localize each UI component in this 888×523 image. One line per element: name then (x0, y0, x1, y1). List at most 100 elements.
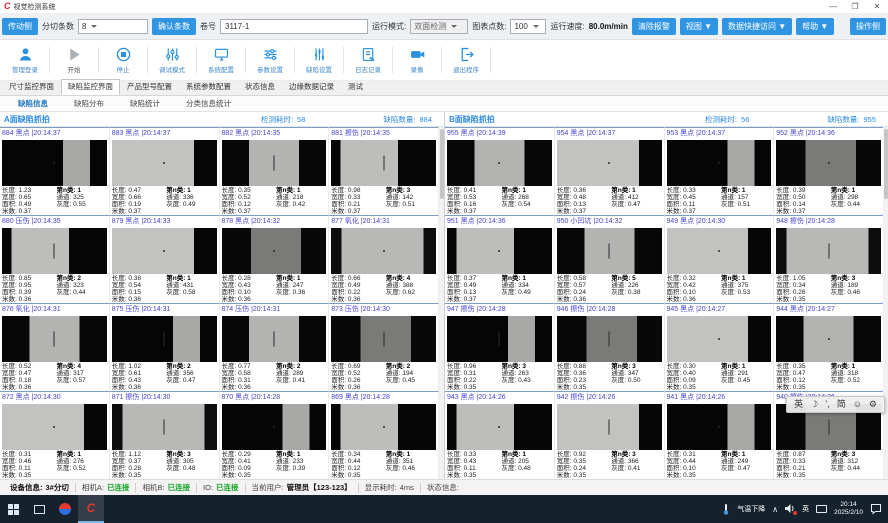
subtab-defect-info[interactable]: 缺陷信息 (18, 98, 48, 109)
defect-card[interactable]: 884 黑点 |20:14:37 长度: 1.23宽度: 0.65面积: 0.4… (0, 127, 110, 215)
defect-image[interactable] (112, 140, 217, 186)
operate-side-button[interactable]: 操作侧 (850, 18, 886, 35)
help-menu-button[interactable]: 帮助 ▼ (796, 18, 834, 35)
defect-card[interactable]: 879 黑点 |20:14:33 长度: 0.38宽度: 0.54面积: 0.1… (110, 215, 220, 303)
defect-card[interactable]: 871 擦伤 |20:14:30 长度: 1.12宽度: 0.37面积: 0.2… (110, 391, 220, 479)
confirm-count-button[interactable]: 确认条数 (152, 18, 196, 35)
tab-edge-data-log[interactable]: 边缘数据记录 (282, 79, 341, 95)
ime-english-mode[interactable]: 英 (794, 397, 803, 412)
defect-card[interactable]: 948 擦伤 |20:14:28 长度: 1.05宽度: 0.34面积: 0.2… (774, 215, 884, 303)
log-record-button[interactable]: 日志记录 (345, 46, 391, 74)
stop-button[interactable]: 停止 (100, 46, 146, 74)
volume-button[interactable] (785, 504, 795, 515)
defect-card[interactable]: 870 黑点 |20:14:28 长度: 0.29宽度: 0.41面积: 0.0… (220, 391, 330, 479)
tab-system-params[interactable]: 系统参数配置 (179, 79, 238, 95)
touch-keyboard-icon[interactable] (816, 505, 827, 513)
ime-language-indicator[interactable]: 英 (802, 504, 809, 514)
tab-status-info[interactable]: 状态信息 (238, 79, 282, 95)
clear-alarm-button[interactable]: 清除报警 (632, 18, 676, 35)
ime-settings-gear-icon[interactable]: ⚙ (869, 397, 877, 412)
defect-image[interactable] (557, 404, 662, 450)
defect-image[interactable] (2, 316, 107, 362)
subtab-class-info-statistics[interactable]: 分类信息统计 (186, 98, 231, 109)
defect-card[interactable]: 951 黑点 |20:14:36 长度: 0.37宽度: 0.49面积: 0.1… (445, 215, 555, 303)
close-button[interactable]: ✕ (866, 0, 888, 13)
admin-login-button[interactable]: 管理登录 (2, 46, 48, 74)
scrollbar-thumb[interactable] (884, 129, 888, 199)
defect-image[interactable] (2, 228, 107, 274)
defect-image[interactable] (331, 140, 436, 186)
defect-card[interactable]: 955 黑点 |20:14:39 长度: 0.41宽度: 0.53面积: 0.1… (445, 127, 555, 215)
defect-card[interactable]: 949 黑点 |20:14:30 长度: 0.32宽度: 0.42面积: 0.1… (665, 215, 775, 303)
active-app-button[interactable]: C (78, 495, 104, 523)
subtab-defect-distribution[interactable]: 缺陷分布 (74, 98, 104, 109)
start-menu-button[interactable] (0, 495, 26, 523)
defect-image[interactable] (667, 316, 772, 362)
scrollbar-thumb[interactable] (440, 129, 444, 199)
ime-emoji-icon[interactable]: ☺ (853, 397, 862, 412)
defect-image[interactable] (557, 140, 662, 186)
defect-card[interactable]: 950 小凹坑 |20:14:32 长度: 0.58宽度: 0.57面积: 0.… (555, 215, 665, 303)
run-mode-select[interactable]: 双面检测 (410, 19, 468, 34)
tab-test[interactable]: 测试 (341, 79, 370, 95)
weather-text[interactable]: 气温下降 (737, 504, 765, 514)
ime-simplified-mode[interactable]: 简 (837, 397, 846, 412)
ime-punctuation-mode[interactable]: ’, (825, 397, 830, 412)
data-quick-access-button[interactable]: 数据快捷访问 ▼ (722, 18, 792, 35)
defect-card[interactable]: 947 擦伤 |20:14:28 长度: 0.96宽度: 0.31面积: 0.2… (445, 303, 555, 391)
defect-image[interactable] (331, 228, 436, 274)
defect-image[interactable] (557, 228, 662, 274)
roll-number-input[interactable]: 3117-1 (220, 19, 368, 34)
defect-card[interactable]: 942 擦伤 |20:14:26 长度: 0.92宽度: 0.35面积: 0.2… (555, 391, 665, 479)
defect-card[interactable]: 944 黑点 |20:14:27 长度: 0.35宽度: 0.47面积: 0.1… (774, 303, 884, 391)
defect-image[interactable] (447, 404, 552, 450)
defect-card[interactable]: 946 擦伤 |20:14:28 长度: 0.88宽度: 0.36面积: 0.2… (555, 303, 665, 391)
defect-image[interactable] (112, 404, 217, 450)
hidden-icons-chevron[interactable]: ∧ (772, 505, 778, 514)
defect-image[interactable] (447, 228, 552, 274)
tab-defect-monitor[interactable]: 缺陷监控界面 (61, 79, 120, 95)
defect-image[interactable] (331, 404, 436, 450)
start-button[interactable]: 开始 (51, 46, 97, 74)
defect-card[interactable]: 873 压伤 |20:14:30 长度: 0.69宽度: 0.52面积: 0.2… (329, 303, 439, 391)
tab-product-config[interactable]: 产品型号配置 (120, 79, 179, 95)
defect-image[interactable] (447, 316, 552, 362)
defect-card[interactable]: 941 黑点 |20:14:26 长度: 0.31宽度: 0.44面积: 0.1… (665, 391, 775, 479)
tab-size-monitor[interactable]: 尺寸监控界面 (2, 79, 61, 95)
defect-card[interactable]: 883 黑点 |20:14:37 长度: 0.47宽度: 0.66面积: 0.1… (110, 127, 220, 215)
defect-card[interactable]: 876 氧化 |20:14:31 长度: 0.52宽度: 0.47面积: 0.1… (0, 303, 110, 391)
action-center-icon[interactable] (870, 503, 882, 515)
defect-card[interactable]: 874 压伤 |20:14:31 长度: 0.77宽度: 0.58面积: 0.3… (220, 303, 330, 391)
drive-side-button[interactable]: 传动侧 (2, 18, 38, 35)
subtab-defect-statistics[interactable]: 缺陷统计 (130, 98, 160, 109)
parameter-settings-button[interactable]: 参数设置 (247, 46, 293, 74)
defect-image[interactable] (222, 316, 327, 362)
ime-moon-icon[interactable]: ☽ (810, 397, 818, 412)
defect-card[interactable]: 882 黑点 |20:14:35 长度: 0.35宽度: 0.52面积: 0.1… (220, 127, 330, 215)
defect-image[interactable] (776, 140, 881, 186)
defect-image[interactable] (222, 140, 327, 186)
maximize-button[interactable]: ❐ (844, 0, 866, 13)
defect-image[interactable] (447, 140, 552, 186)
defect-card[interactable]: 954 黑点 |20:14:37 长度: 0.36宽度: 0.48面积: 0.1… (555, 127, 665, 215)
defect-card[interactable]: 878 黑点 |20:14:32 长度: 0.28宽度: 0.43面积: 0.1… (220, 215, 330, 303)
task-view-button[interactable] (26, 495, 52, 523)
defect-card[interactable]: 877 氧化 |20:14:31 长度: 0.66宽度: 0.49面积: 0.2… (329, 215, 439, 303)
defect-card[interactable]: 945 黑点 |20:14:27 长度: 0.30宽度: 0.40面积: 0.0… (665, 303, 775, 391)
system-config-button[interactable]: 系统配置 (198, 46, 244, 74)
ime-toolbar[interactable]: 英 ☽ ’, 简 ☺ ⚙ (786, 396, 885, 413)
defect-settings-button[interactable]: 缺陷设置 (296, 46, 342, 74)
defect-image[interactable] (667, 404, 772, 450)
defect-image[interactable] (776, 316, 881, 362)
defect-image[interactable] (557, 316, 662, 362)
debug-mode-button[interactable]: 调试模式 (149, 46, 195, 74)
record-video-button[interactable]: 录像 (394, 46, 440, 74)
defect-card[interactable]: 943 黑点 |20:14:26 长度: 0.33宽度: 0.43面积: 0.1… (445, 391, 555, 479)
defect-image[interactable] (667, 228, 772, 274)
slit-count-select[interactable]: 8 (78, 19, 148, 34)
defect-card[interactable]: 952 黑点 |20:14:36 长度: 0.39宽度: 0.50面积: 0.1… (774, 127, 884, 215)
pinned-app-button[interactable] (52, 495, 78, 523)
defect-card[interactable]: 880 压伤 |20:14:35 长度: 0.85宽度: 0.95面积: 0.3… (0, 215, 110, 303)
scrollbar[interactable] (883, 127, 888, 479)
view-menu-button[interactable]: 视图 ▼ (680, 18, 718, 35)
